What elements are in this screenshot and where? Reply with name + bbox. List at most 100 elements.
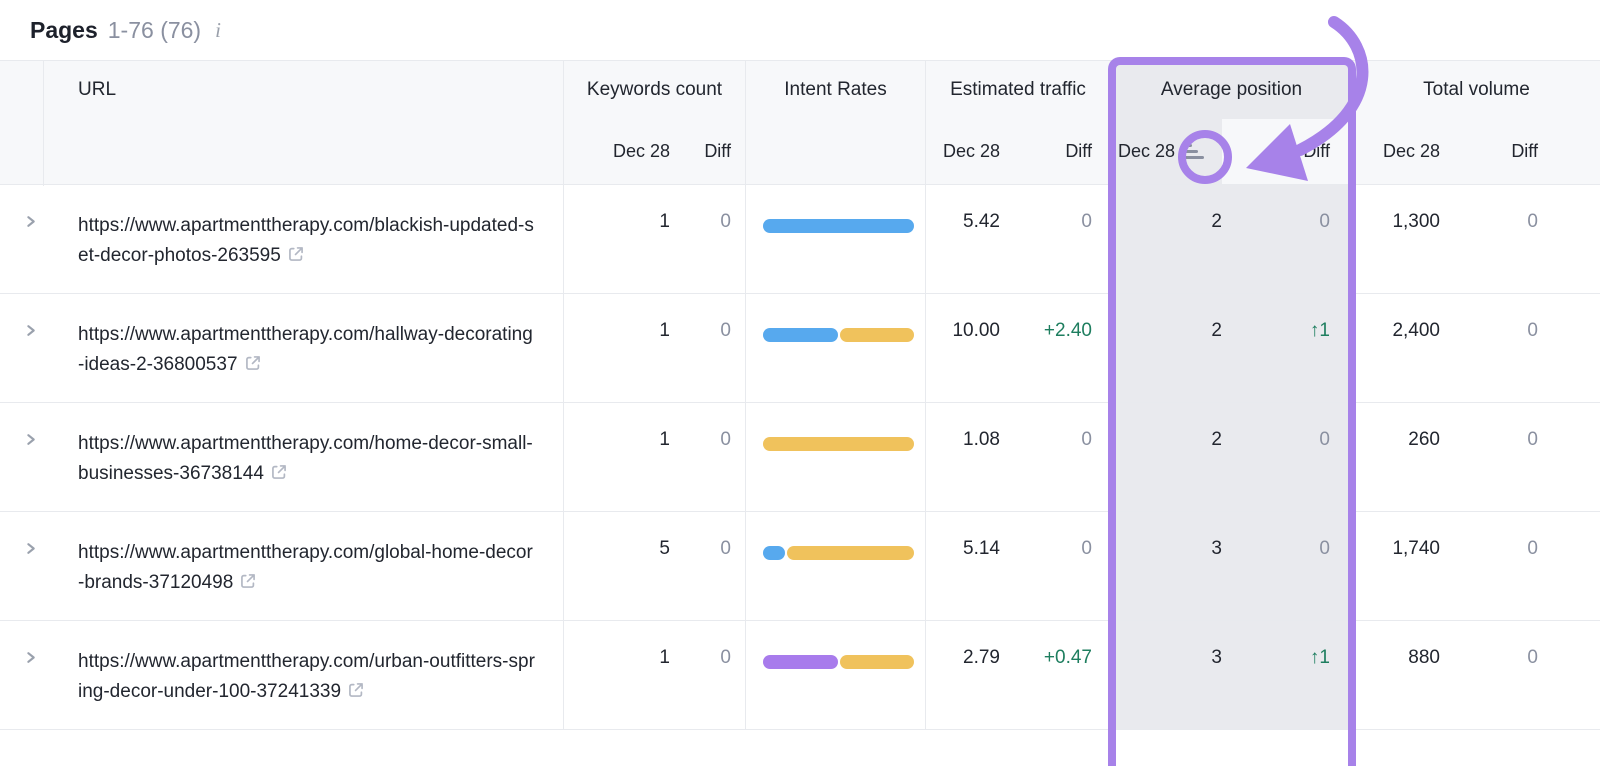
url-wrap: https://www.apartmenttherapy.com/home-de… xyxy=(78,429,535,489)
expander-column-header xyxy=(0,61,60,184)
intent-rates-cell xyxy=(745,512,925,620)
intent-rate-bar xyxy=(763,655,914,669)
page-url[interactable]: https://www.apartmenttherapy.com/global-… xyxy=(78,542,533,593)
expand-row-button[interactable] xyxy=(23,541,38,556)
expand-row-button[interactable] xyxy=(23,432,38,447)
intent-segment-yellow xyxy=(763,437,914,451)
estimated-traffic-cell: 2.79 +0.47 xyxy=(925,621,1110,729)
external-link-icon[interactable] xyxy=(281,245,305,266)
keywords-count-cell: 10 xyxy=(563,185,745,293)
estimated-traffic-cell-value: 5.42 xyxy=(963,211,1000,232)
keywords-count-label: Keywords count xyxy=(586,79,723,100)
total-volume-cell: 1,300 0 xyxy=(1352,185,1600,293)
diff-label: Diff xyxy=(1511,141,1538,161)
expander-cell xyxy=(0,512,60,620)
estimated-traffic-cell: 1.08 0 xyxy=(925,403,1110,511)
keywords-count-cell-value: 5 xyxy=(659,538,670,559)
keywords-count-cell: 10 xyxy=(563,294,745,402)
estimated-traffic-cell: 5.42 0 xyxy=(925,185,1110,293)
total-volume-cell-value: 260 xyxy=(1408,429,1440,450)
estimated-traffic-cell: 10.00 +2.40 xyxy=(925,294,1110,402)
intent-segment-purple xyxy=(763,655,838,669)
intent-rate-bar xyxy=(763,328,914,342)
expand-row-button[interactable] xyxy=(23,650,38,665)
page-url[interactable]: https://www.apartmenttherapy.com/home-de… xyxy=(78,433,533,484)
column-header-keywords-count[interactable]: Keywords count Dec 28 Diff xyxy=(563,61,745,184)
header-gutter-divider xyxy=(43,61,44,186)
intent-rates-cell xyxy=(745,294,925,402)
expand-row-button[interactable] xyxy=(23,323,38,338)
subcolumn-keywords-diff[interactable]: Diff xyxy=(670,119,745,184)
intent-rates-label: Intent Rates xyxy=(784,79,887,100)
keywords-count-cell: 50 xyxy=(563,512,745,620)
intent-rates-cell xyxy=(745,403,925,511)
url-wrap: https://www.apartmenttherapy.com/hallway… xyxy=(78,320,535,380)
estimated-traffic-cell-value: 10.00 xyxy=(952,320,1000,341)
table-row: https://www.apartmenttherapy.com/global-… xyxy=(0,512,1600,621)
column-header-estimated-traffic[interactable]: Estimated traffic Dec 28 Diff xyxy=(925,61,1110,184)
page-url[interactable]: https://www.apartmenttherapy.com/hallway… xyxy=(78,324,533,375)
total-volume-cell: 2,400 0 xyxy=(1352,294,1600,402)
keywords-count-cell-diff: 0 xyxy=(720,320,731,341)
intent-segment-yellow xyxy=(839,328,914,342)
total-volume-cell: 880 0 xyxy=(1352,621,1600,729)
subcolumn-volume-diff[interactable]: Diff xyxy=(1440,119,1600,184)
total-volume-cell-diff: 0 xyxy=(1527,429,1538,450)
keywords-count-cell: 10 xyxy=(563,403,745,511)
subcolumn-volume-date[interactable]: Dec 28 xyxy=(1353,119,1440,184)
external-link-icon[interactable] xyxy=(264,463,288,484)
keywords-count-cell: 10 xyxy=(563,621,745,729)
estimated-traffic-cell-diff: +2.40 xyxy=(1043,320,1092,341)
page-url[interactable]: https://www.apartmenttherapy.com/blackis… xyxy=(78,215,534,266)
page-header: Pages 1-76 (76) i xyxy=(0,0,1600,60)
estimated-traffic-cell-diff: 0 xyxy=(1081,211,1092,232)
table-row: https://www.apartmenttherapy.com/blackis… xyxy=(0,185,1600,294)
annotation-highlight-box xyxy=(1108,57,1356,766)
intent-rate-bar xyxy=(763,437,914,451)
estimated-traffic-cell-value: 5.14 xyxy=(963,538,1000,559)
subcolumn-traffic-date[interactable]: Dec 28 xyxy=(926,119,1000,184)
intent-segment-blue xyxy=(763,328,838,342)
total-volume-cell-value: 2,400 xyxy=(1392,320,1440,341)
total-volume-cell-value: 880 xyxy=(1408,647,1440,668)
subcolumn-keywords-date[interactable]: Dec 28 xyxy=(564,119,670,184)
subcolumn-traffic-diff[interactable]: Diff xyxy=(1000,119,1110,184)
page-range: 1-76 (76) xyxy=(107,16,202,43)
total-volume-cell-diff: 0 xyxy=(1527,320,1538,341)
total-volume-cell-value: 1,740 xyxy=(1392,538,1440,559)
url-wrap: https://www.apartmenttherapy.com/global-… xyxy=(78,538,535,598)
total-volume-cell-diff: 0 xyxy=(1527,538,1538,559)
intent-segment-yellow xyxy=(786,546,914,560)
estimated-traffic-cell-diff: +0.47 xyxy=(1043,647,1092,668)
column-header-total-volume[interactable]: Total volume Dec 28 Diff xyxy=(1352,61,1600,184)
external-link-icon[interactable] xyxy=(233,572,257,593)
expander-cell xyxy=(0,403,60,511)
estimated-traffic-cell-value: 1.08 xyxy=(963,429,1000,450)
external-link-icon[interactable] xyxy=(238,354,262,375)
page-url[interactable]: https://www.apartmenttherapy.com/urban-o… xyxy=(78,651,535,702)
table-header-row: URL Keywords count Dec 28 Diff Intent Ra… xyxy=(0,60,1600,186)
url-cell: https://www.apartmenttherapy.com/blackis… xyxy=(60,185,563,293)
info-icon[interactable]: i xyxy=(215,18,221,43)
annotation-circle xyxy=(1178,130,1232,184)
url-cell: https://www.apartmenttherapy.com/home-de… xyxy=(60,403,563,511)
total-volume-cell-diff: 0 xyxy=(1527,647,1538,668)
url-cell: https://www.apartmenttherapy.com/hallway… xyxy=(60,294,563,402)
estimated-traffic-cell: 5.14 0 xyxy=(925,512,1110,620)
intent-segment-yellow xyxy=(839,655,914,669)
expand-row-button[interactable] xyxy=(23,214,38,229)
estimated-traffic-cell-diff: 0 xyxy=(1081,538,1092,559)
expander-cell xyxy=(0,294,60,402)
column-header-intent-rates[interactable]: Intent Rates xyxy=(745,61,925,184)
expander-cell xyxy=(0,621,60,729)
estimated-traffic-cell-value: 2.79 xyxy=(963,647,1000,668)
expander-cell xyxy=(0,185,60,293)
total-volume-cell-value: 1,300 xyxy=(1392,211,1440,232)
keywords-count-cell-diff: 0 xyxy=(720,538,731,559)
estimated-traffic-label: Estimated traffic xyxy=(950,79,1086,100)
column-header-url: URL xyxy=(60,61,563,119)
keywords-count-cell-value: 1 xyxy=(659,211,670,232)
external-link-icon[interactable] xyxy=(341,681,365,702)
intent-rates-cell xyxy=(745,621,925,729)
intent-segment-blue xyxy=(763,219,914,233)
